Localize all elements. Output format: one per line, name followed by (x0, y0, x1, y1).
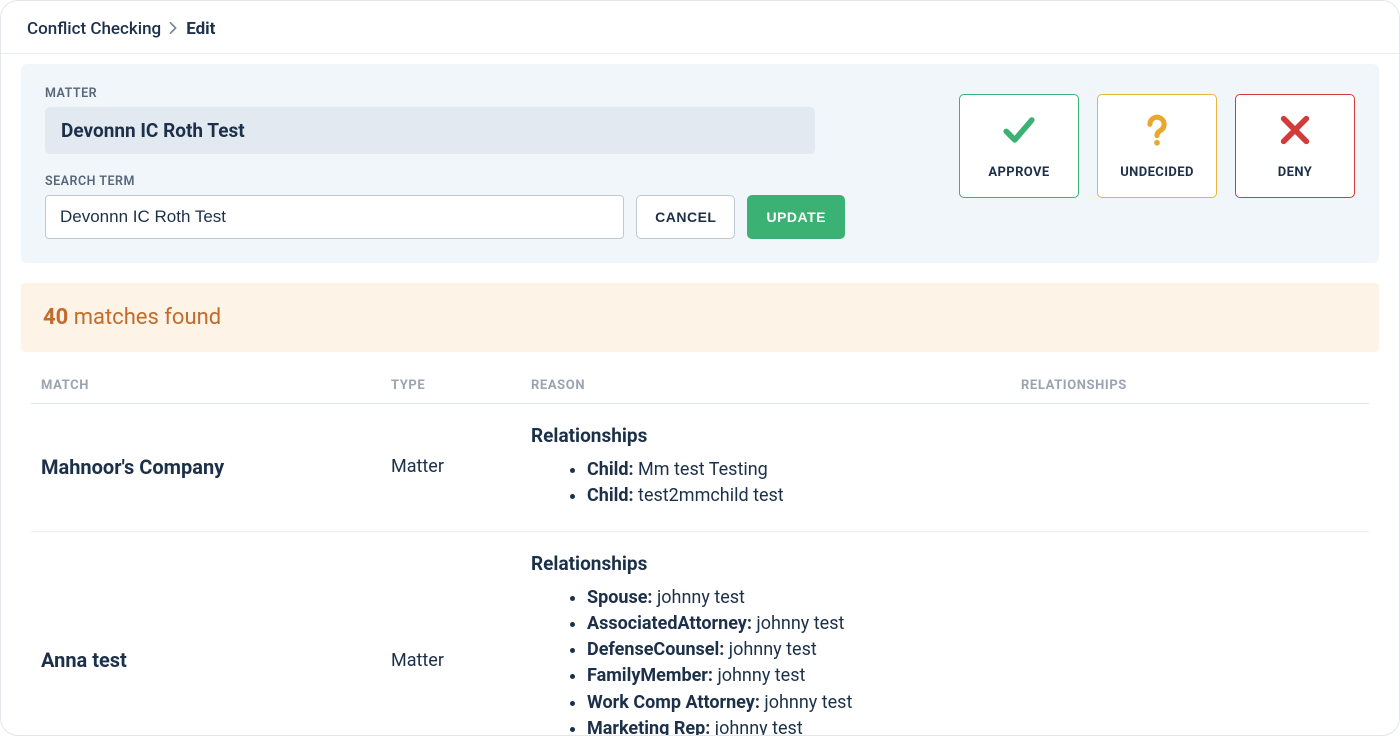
match-type: Matter (391, 456, 531, 477)
match-name[interactable]: Anna test (41, 648, 391, 672)
list-item: FamilyMember: johnny test (587, 663, 1351, 689)
list-item: Child: test2mmchild test (587, 483, 1351, 509)
relationship-label: Marketing Rep: (587, 718, 710, 736)
undecided-label: UNDECIDED (1120, 165, 1194, 180)
conflict-checking-panel: Conflict Checking Edit MATTER Devonnn IC… (0, 0, 1400, 736)
results-body: Mahnoor's CompanyMatterRelationshipsChil… (31, 404, 1369, 736)
reason-title: Relationships (531, 552, 1351, 575)
relationship-label: Child: (587, 485, 634, 506)
col-reason: REASON (531, 378, 1021, 393)
list-item: Marketing Rep: johnny test (587, 716, 1351, 736)
results-table: MATCH TYPE REASON RELATIONSHIPS Mahnoor'… (31, 378, 1369, 736)
list-item: AssociatedAttorney: johnny test (587, 611, 1351, 637)
search-card-left: MATTER Devonnn IC Roth Test SEARCH TERM … (45, 86, 845, 239)
matter-readonly-field: Devonnn IC Roth Test (45, 107, 815, 154)
list-item: Child: Mm test Testing (587, 457, 1351, 483)
x-icon (1278, 113, 1312, 151)
list-item: DefenseCounsel: johnny test (587, 637, 1351, 663)
results-header-row: MATCH TYPE REASON RELATIONSHIPS (31, 378, 1369, 404)
approve-tile[interactable]: APPROVE (959, 94, 1079, 198)
matches-found-banner: 40 matches found (21, 283, 1379, 352)
search-term-label: SEARCH TERM (45, 174, 845, 189)
list-item: Spouse: johnny test (587, 585, 1351, 611)
decision-tiles: APPROVE UNDECIDED DENY (959, 94, 1355, 198)
deny-label: DENY (1278, 165, 1312, 180)
search-card: MATTER Devonnn IC Roth Test SEARCH TERM … (21, 64, 1379, 263)
cancel-button[interactable]: CANCEL (636, 195, 735, 239)
table-row: Mahnoor's CompanyMatterRelationships Chil… (31, 404, 1369, 532)
relationship-label: Work Comp Attorney: (587, 692, 760, 713)
relationship-value: johnny test (713, 665, 805, 686)
undecided-tile[interactable]: UNDECIDED (1097, 94, 1217, 198)
relationship-list: Child: Mm test TestingChild: test2mmchil… (531, 457, 1351, 509)
relationship-value: Mm test Testing (634, 459, 768, 480)
col-match: MATCH (41, 378, 391, 393)
col-relationships: RELATIONSHIPS (1021, 378, 1359, 393)
relationship-value: test2mmchild test (634, 485, 784, 506)
relationship-label: DefenseCounsel: (587, 639, 724, 660)
relationship-list: Spouse: johnny testAssociatedAttorney: j… (531, 585, 1351, 736)
relationship-label: Spouse: (587, 587, 653, 608)
matches-suffix: matches found (74, 305, 221, 330)
deny-tile[interactable]: DENY (1235, 94, 1355, 198)
match-type: Matter (391, 650, 531, 671)
search-row: CANCEL UPDATE (45, 195, 845, 239)
relationship-value: johnny test (710, 718, 802, 736)
relationship-value: johnny test (724, 639, 816, 660)
reason-cell: RelationshipsChild: Mm test TestingChild… (531, 424, 1351, 509)
relationship-label: Child: (587, 459, 634, 480)
update-button[interactable]: UPDATE (747, 195, 845, 239)
breadcrumb-root[interactable]: Conflict Checking (27, 19, 161, 39)
relationship-value: johnny test (752, 613, 844, 634)
list-item: Work Comp Attorney: johnny test (587, 690, 1351, 716)
relationship-label: FamilyMember: (587, 665, 713, 686)
relationship-value: johnny test (760, 692, 852, 713)
table-row: Anna testMatter Relationships Spouse: john… (31, 532, 1369, 736)
question-icon (1140, 113, 1174, 151)
chevron-right-icon (169, 19, 178, 39)
relationship-label: AssociatedAttorney: (587, 613, 752, 634)
breadcrumb: Conflict Checking Edit (1, 1, 1399, 54)
reason-title: Relationships (531, 424, 1351, 447)
matter-label: MATTER (45, 86, 845, 101)
breadcrumb-current: Edit (186, 19, 215, 39)
check-icon (1002, 113, 1036, 151)
reason-cell: RelationshipsSpouse: johnny testAssociat… (531, 552, 1351, 736)
col-type: TYPE (391, 378, 531, 393)
relationship-value: johnny test (653, 587, 745, 608)
match-name[interactable]: Mahnoor's Company (41, 455, 391, 479)
approve-label: APPROVE (988, 165, 1049, 180)
search-term-input[interactable] (45, 195, 624, 239)
matches-count: 40 (43, 305, 68, 330)
